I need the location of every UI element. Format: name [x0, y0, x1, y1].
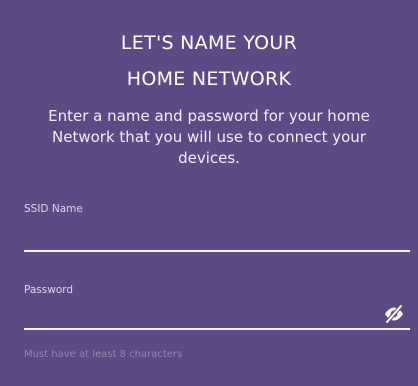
page-title-line-1: LET'S NAME YOUR	[120, 32, 298, 54]
ssid-input[interactable]	[24, 226, 410, 252]
instructions-text: Enter a name and password for your home …	[48, 107, 370, 167]
password-hint: Must have at least 8 characters	[24, 349, 183, 360]
eye-slash-icon[interactable]	[383, 303, 405, 325]
network-setup-screen: LET'S NAME YOUR HOME NETWORK Enter a nam…	[0, 0, 418, 386]
password-input[interactable]	[24, 304, 410, 330]
password-label: Password	[24, 284, 74, 296]
ssid-label: SSID Name	[24, 203, 83, 215]
page-title-line-2: HOME NETWORK	[126, 68, 292, 90]
